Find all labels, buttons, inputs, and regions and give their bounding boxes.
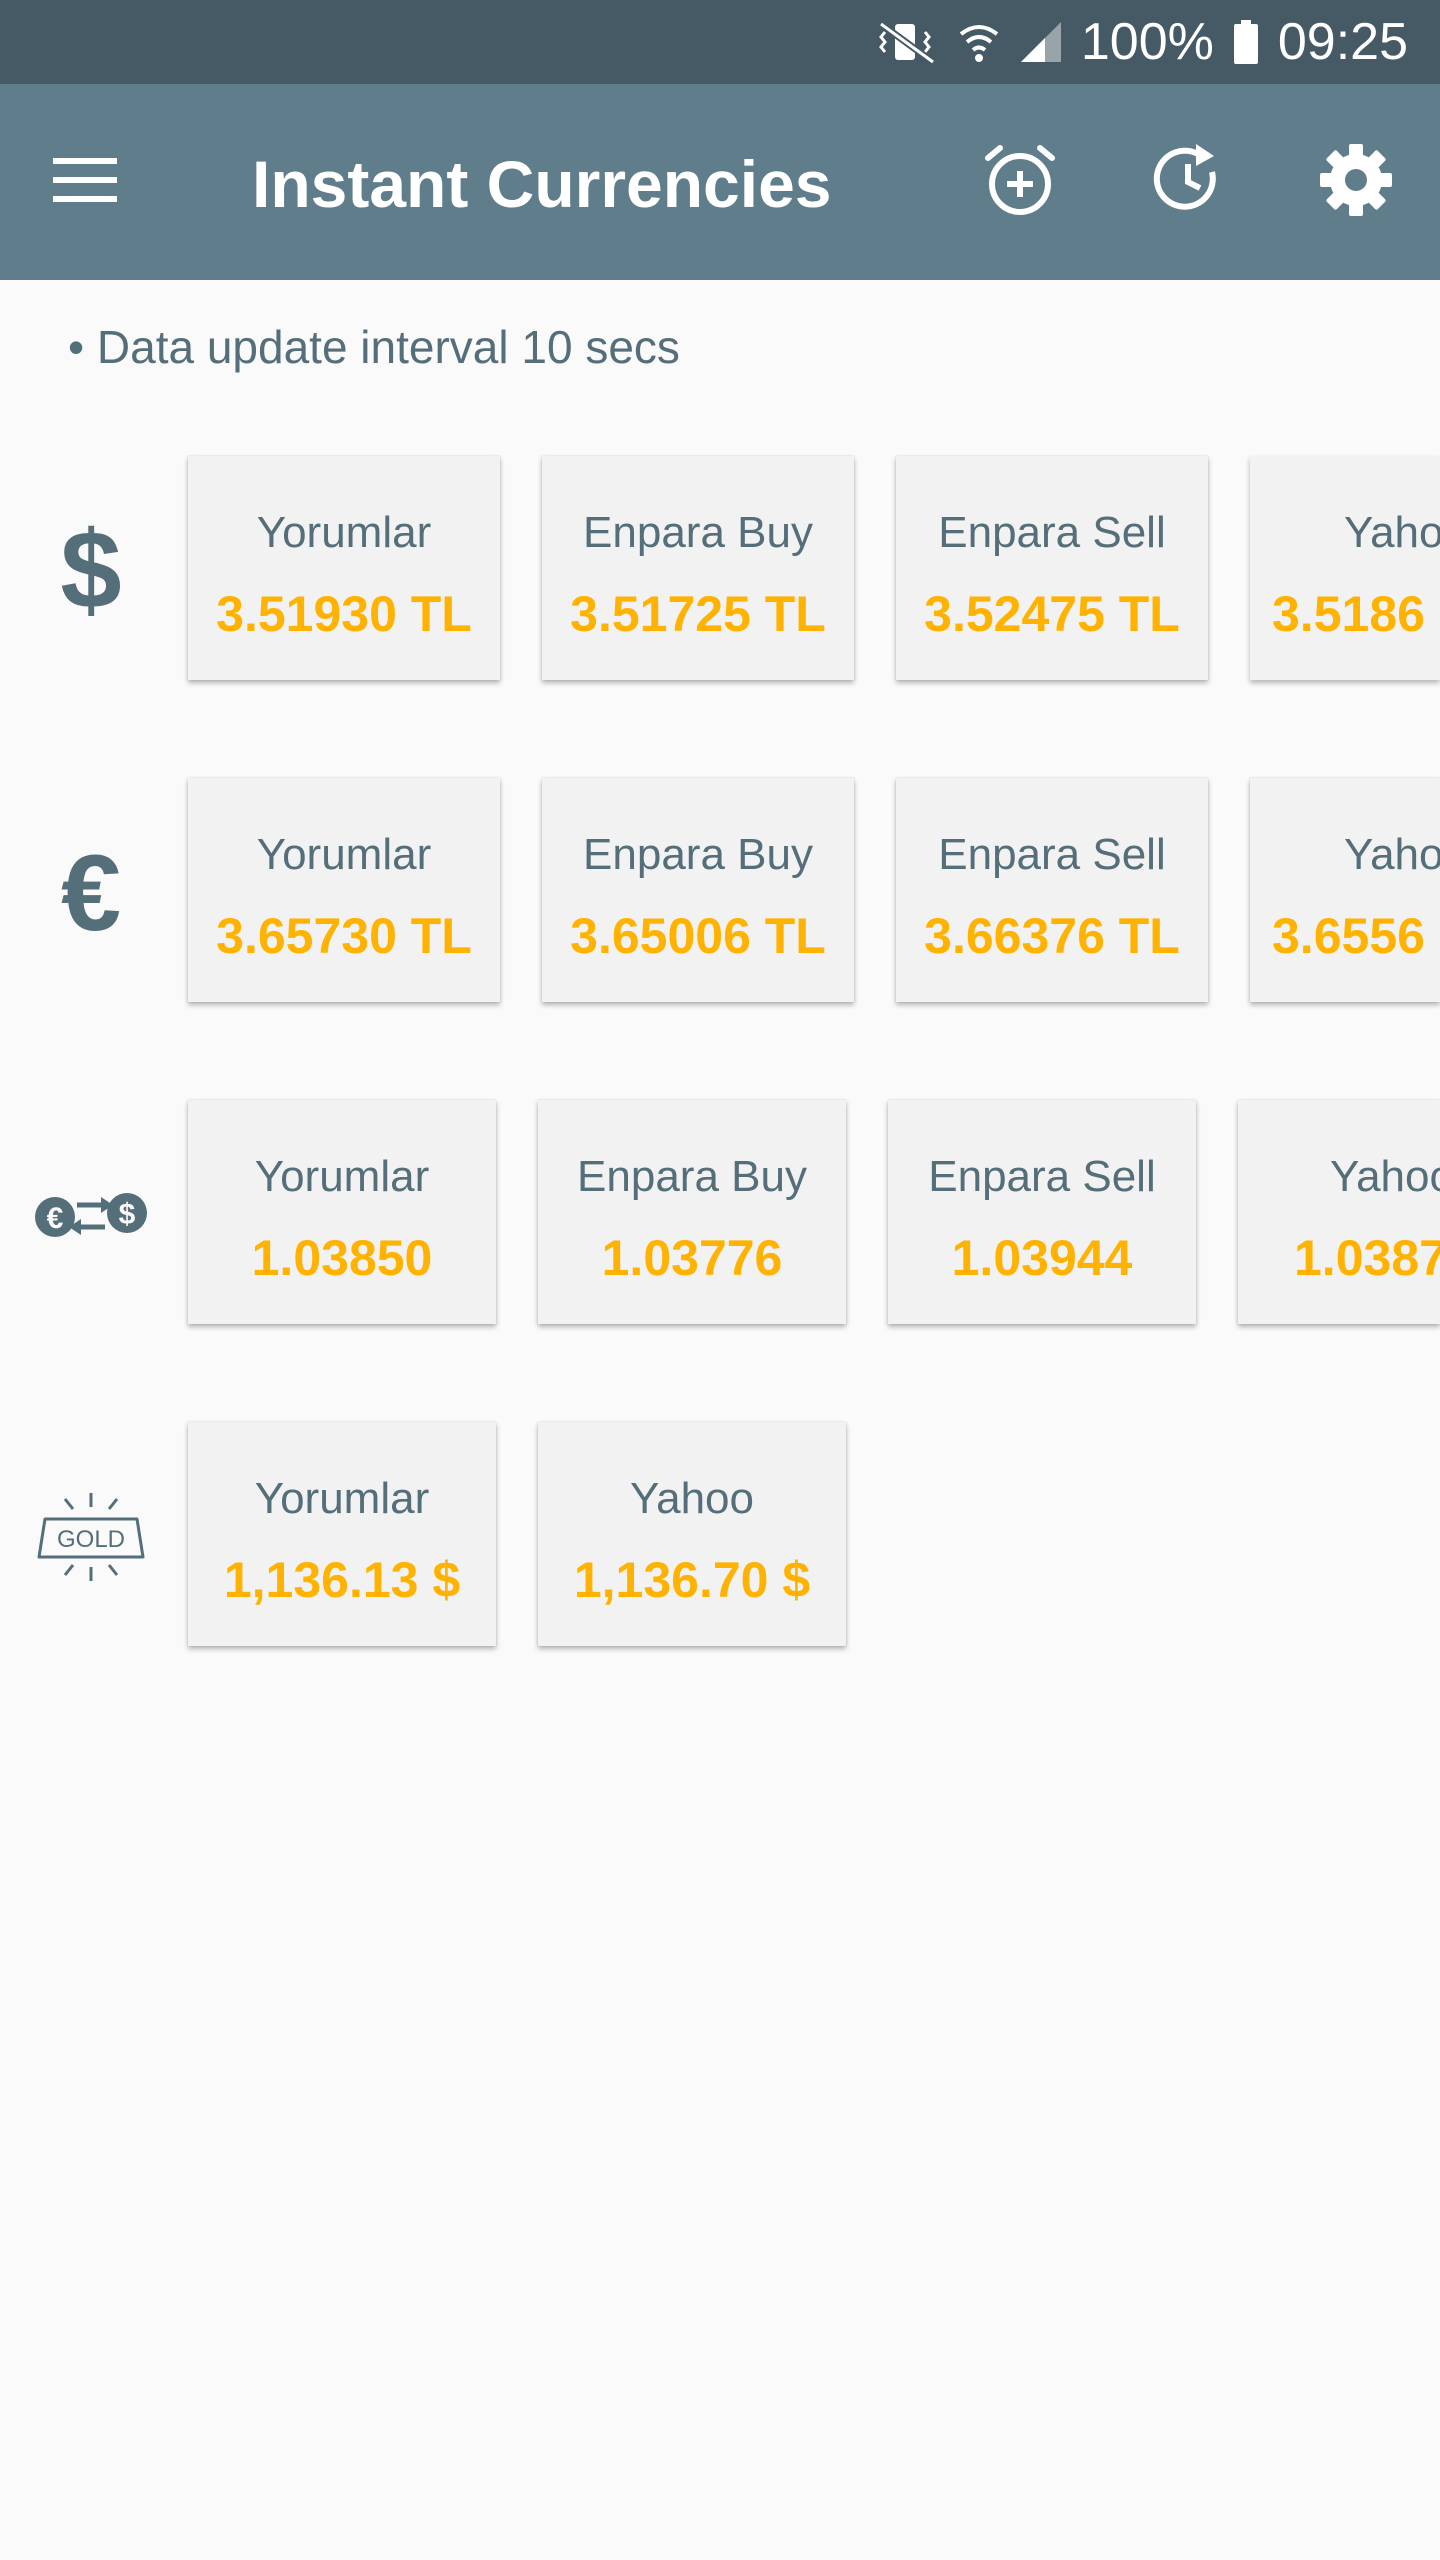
app-bar: Instant Currencies xyxy=(0,84,1440,280)
rate-source: Yorumlar xyxy=(254,1152,430,1201)
rate-value: 3.5186 xyxy=(1272,586,1425,642)
currency-row-eurusd: € $ Yorumlar 1.03850 Enpara Buy 1.03776 … xyxy=(0,1100,1440,1328)
currency-row-usd: $ Yorumlar 3.51930 TL Enpara Buy 3.51725… xyxy=(0,456,1440,684)
rate-card[interactable]: Yahoo 1,136.70 $ xyxy=(538,1422,846,1646)
rate-source: Yaho xyxy=(1344,830,1440,879)
rate-value: 3.66376 TL xyxy=(924,908,1180,964)
svg-text:€: € xyxy=(47,1202,64,1235)
alarm-add-icon xyxy=(982,142,1058,223)
signal-icon xyxy=(1019,20,1063,64)
status-bar: 100% 09:25 xyxy=(0,0,1440,84)
add-alarm-button[interactable] xyxy=(968,130,1072,234)
rate-card[interactable]: Enpara Buy 3.51725 TL xyxy=(542,456,854,680)
svg-text:$: $ xyxy=(60,516,121,626)
rate-card[interactable]: Yaho 3.6556 xyxy=(1250,778,1440,1002)
rate-card[interactable]: Yahoo 1.0387 xyxy=(1238,1100,1440,1324)
rate-value: 1,136.13 $ xyxy=(223,1552,461,1608)
rate-value: 3.6556 xyxy=(1272,908,1425,964)
rate-card[interactable]: Enpara Sell 3.52475 TL xyxy=(896,456,1208,680)
battery-icon xyxy=(1232,18,1260,66)
rate-source: Yahoo xyxy=(630,1474,754,1523)
rate-value: 3.65006 TL xyxy=(570,908,826,964)
rate-card[interactable]: Yaho 3.5186 xyxy=(1250,456,1440,680)
rate-card[interactable]: Yorumlar 3.51930 TL xyxy=(188,456,500,680)
rate-value: 1.03776 xyxy=(601,1230,783,1286)
euro-dollar-exchange-icon: € $ xyxy=(26,1150,156,1280)
rate-source: Yorumlar xyxy=(256,830,432,879)
euro-icon: € xyxy=(26,828,156,958)
currency-row-gold: GOLD Yorumlar 1,136.13 $ Yahoo 1,136.70 … xyxy=(0,1422,1440,1650)
rate-value: 3.51930 TL xyxy=(216,586,472,642)
update-interval-text: • Data update interval 10 secs xyxy=(68,321,680,373)
rate-value: 1.0387 xyxy=(1294,1230,1440,1286)
rate-source: Yahoo xyxy=(1330,1152,1440,1201)
rate-source: Yaho xyxy=(1344,508,1440,557)
dollar-icon: $ xyxy=(26,506,156,636)
history-button[interactable] xyxy=(1136,130,1240,234)
menu-icon xyxy=(51,154,119,211)
rate-card[interactable]: Enpara Buy 3.65006 TL xyxy=(542,778,854,1002)
rate-source: Enpara Buy xyxy=(583,508,813,557)
vibrate-mute-icon xyxy=(875,18,939,66)
gold-bar-icon: GOLD xyxy=(26,1472,156,1602)
rate-value: 1.03850 xyxy=(251,1230,433,1286)
rate-value: 3.65730 TL xyxy=(216,908,472,964)
svg-text:$: $ xyxy=(119,1198,136,1231)
currency-row-eur: € Yorumlar 3.65730 TL Enpara Buy 3.65006… xyxy=(0,778,1440,1006)
settings-gear-icon xyxy=(1318,142,1394,223)
menu-button[interactable] xyxy=(30,140,140,224)
rate-card[interactable]: Yorumlar 1,136.13 $ xyxy=(188,1422,496,1646)
rate-card[interactable]: Enpara Sell 1.03944 xyxy=(888,1100,1196,1324)
rate-value: 3.51725 TL xyxy=(570,586,826,642)
rate-source: Yorumlar xyxy=(254,1474,430,1523)
svg-text:€: € xyxy=(61,838,121,948)
rate-value: 1.03944 xyxy=(951,1230,1133,1286)
rate-source: Yorumlar xyxy=(256,508,432,557)
rate-source: Enpara Sell xyxy=(938,508,1166,557)
rate-source: Enpara Sell xyxy=(928,1152,1156,1201)
battery-percent: 100% xyxy=(1080,13,1214,71)
rate-source: Enpara Buy xyxy=(577,1152,807,1201)
rate-card[interactable]: Enpara Buy 1.03776 xyxy=(538,1100,846,1324)
rate-card[interactable]: Enpara Sell 3.66376 TL xyxy=(896,778,1208,1002)
history-icon xyxy=(1150,142,1226,223)
rate-source: Enpara Sell xyxy=(938,830,1166,879)
gold-icon-label: GOLD xyxy=(57,1526,125,1553)
settings-button[interactable] xyxy=(1304,130,1408,234)
rate-source: Enpara Buy xyxy=(583,830,813,879)
wifi-icon xyxy=(957,18,1001,66)
rate-card[interactable]: Yorumlar 1.03850 xyxy=(188,1100,496,1324)
rate-value: 3.52475 TL xyxy=(924,586,1180,642)
rate-value: 1,136.70 $ xyxy=(573,1552,811,1608)
clock: 09:25 xyxy=(1277,13,1408,71)
page-title: Instant Currencies xyxy=(252,147,832,221)
rate-card[interactable]: Yorumlar 3.65730 TL xyxy=(188,778,500,1002)
